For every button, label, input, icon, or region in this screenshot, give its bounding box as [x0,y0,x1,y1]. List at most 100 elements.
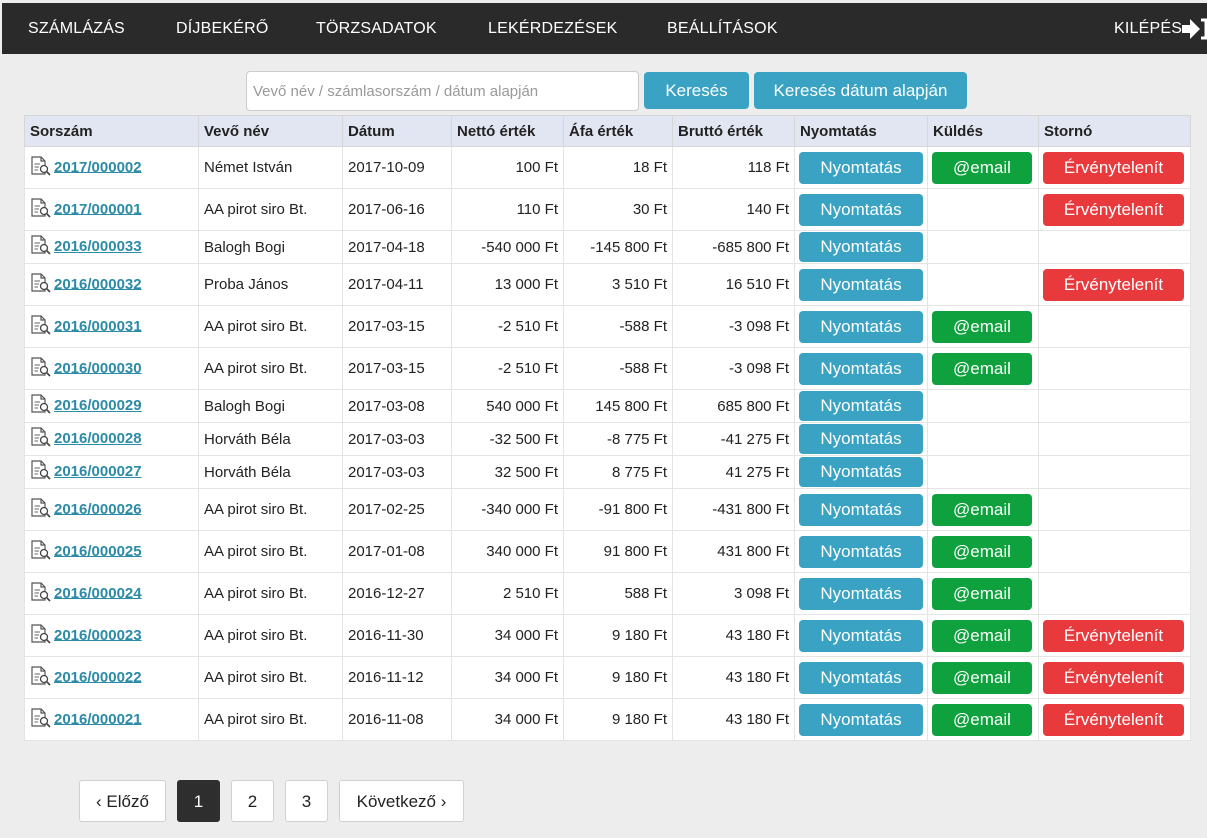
gross-value-cell: 3 098 Ft [672,572,795,615]
invalidate-button[interactable]: Érvénytelenít [1043,151,1184,184]
search-button[interactable]: Keresés [644,72,749,109]
invalidate-button[interactable]: Érvénytelenít [1043,661,1184,694]
invoice-number-link[interactable]: 2016/000027 [54,463,142,480]
view-document-icon[interactable] [30,581,52,606]
email-button[interactable]: @email [932,352,1032,385]
prev-page-button[interactable]: ‹ Előző [79,780,166,822]
print-cell: Nyomtatás [794,455,928,489]
view-document-icon[interactable] [30,623,52,648]
column-header[interactable]: Nettó érték [451,115,564,147]
invoice-number-link[interactable]: 2016/000021 [54,710,142,727]
print-button[interactable]: Nyomtatás [799,232,923,262]
view-document-icon[interactable] [30,272,52,297]
invoice-number-cell: 2016/000026 [24,488,199,531]
invoice-number-link[interactable]: 2017/000001 [54,200,142,217]
view-document-icon[interactable] [30,539,52,564]
print-button[interactable]: Nyomtatás [799,619,923,652]
logout-icon[interactable] [1182,18,1207,40]
print-cell: Nyomtatás [794,656,928,699]
invalidate-button[interactable]: Érvénytelenít [1043,619,1184,652]
invoice-number-link[interactable]: 2016/000029 [54,397,142,414]
invoice-number-link[interactable]: 2016/000026 [54,500,142,517]
view-document-icon[interactable] [30,314,52,339]
invalidate-button[interactable]: Érvénytelenít [1043,193,1184,226]
invoice-number-link[interactable]: 2016/000028 [54,430,142,447]
view-document-icon[interactable] [30,665,52,690]
email-button[interactable]: @email [932,151,1032,184]
page-1-button[interactable]: 1 [177,780,220,822]
invoice-number-link[interactable]: 2016/000032 [54,275,142,292]
view-document-icon[interactable] [30,460,52,484]
print-button[interactable]: Nyomtatás [799,493,923,526]
invoice-number-link[interactable]: 2017/000002 [54,158,142,175]
page-3-button[interactable]: 3 [285,780,328,822]
customer-cell: AA pirot siro Bt. [198,614,343,657]
send-cell: @email [927,488,1039,531]
invalidate-button[interactable]: Érvénytelenít [1043,268,1184,301]
email-button[interactable]: @email [932,619,1032,652]
invoice-number-link[interactable]: 2016/000023 [54,626,142,643]
view-document-icon[interactable] [30,394,52,418]
email-button[interactable]: @email [932,703,1032,736]
vat-value-cell: 91 800 Ft [563,530,673,573]
print-cell: Nyomtatás [794,188,928,231]
net-value-cell: 2 510 Ft [451,572,564,615]
print-button[interactable]: Nyomtatás [799,703,923,736]
invoice-number-link[interactable]: 2016/000024 [54,584,142,601]
email-button[interactable]: @email [932,535,1032,568]
invoice-number-link[interactable]: 2016/000030 [54,359,142,376]
nav-item-torzsadatok[interactable]: TÖRZSADATOK [316,3,437,54]
view-document-icon[interactable] [30,235,52,259]
print-button[interactable]: Nyomtatás [799,391,923,421]
gross-value-cell: 431 800 Ft [672,530,795,573]
invoice-number-link[interactable]: 2016/000033 [54,238,142,255]
view-document-icon[interactable] [30,707,52,732]
print-cell: Nyomtatás [794,347,928,390]
search-input[interactable] [246,71,639,111]
column-header[interactable]: Dátum [342,115,452,147]
nav-item-dijbekero[interactable]: DÍJBEKÉRŐ [176,3,269,54]
net-value-cell: 32 500 Ft [451,455,564,489]
view-document-icon[interactable] [30,155,52,180]
column-header[interactable]: Áfa érték [563,115,673,147]
column-header[interactable]: Sorszám [24,115,199,147]
nav-item-szamlazas[interactable]: SZÁMLÁZÁS [28,3,125,54]
invoice-number-link[interactable]: 2016/000022 [54,668,142,685]
customer-cell: Balogh Bogi [198,230,343,264]
view-document-icon[interactable] [30,497,52,522]
print-button[interactable]: Nyomtatás [799,424,923,454]
nav-item-beallitasok[interactable]: BEÁLLÍTÁSOK [667,3,778,54]
print-button[interactable]: Nyomtatás [799,661,923,694]
date-cell: 2017-04-18 [342,230,452,264]
invoice-number-link[interactable]: 2016/000025 [54,542,142,559]
print-button[interactable]: Nyomtatás [799,268,923,301]
print-button[interactable]: Nyomtatás [799,151,923,184]
logout-link[interactable]: KILÉPÉS [1114,3,1182,54]
table-row: 2016/000023 AA pirot siro Bt. 2016-11-30 34… [24,614,1191,657]
email-button[interactable]: @email [932,310,1032,343]
invoice-number-link[interactable]: 2016/000031 [54,317,142,334]
email-button[interactable]: @email [932,661,1032,694]
invalidate-button[interactable]: Érvénytelenít [1043,703,1184,736]
print-button[interactable]: Nyomtatás [799,577,923,610]
vat-value-cell: -588 Ft [563,305,673,348]
print-button[interactable]: Nyomtatás [799,352,923,385]
email-button[interactable]: @email [932,577,1032,610]
page-2-button[interactable]: 2 [231,780,274,822]
column-header[interactable]: Bruttó érték [672,115,795,147]
customer-cell: AA pirot siro Bt. [198,188,343,231]
next-page-button[interactable]: Következő › [339,780,464,822]
email-button[interactable]: @email [932,493,1032,526]
print-button[interactable]: Nyomtatás [799,193,923,226]
print-button[interactable]: Nyomtatás [799,535,923,568]
view-document-icon[interactable] [30,356,52,381]
print-button[interactable]: Nyomtatás [799,310,923,343]
gross-value-cell: -431 800 Ft [672,488,795,531]
print-button[interactable]: Nyomtatás [799,457,923,487]
view-document-icon[interactable] [30,427,52,451]
search-by-date-button[interactable]: Keresés dátum alapján [754,72,967,109]
invoice-number-cell: 2017/000002 [24,146,199,189]
column-header[interactable]: Vevő név [198,115,343,147]
view-document-icon[interactable] [30,197,52,222]
nav-item-lekerdezesek[interactable]: LEKÉRDEZÉSEK [488,3,618,54]
